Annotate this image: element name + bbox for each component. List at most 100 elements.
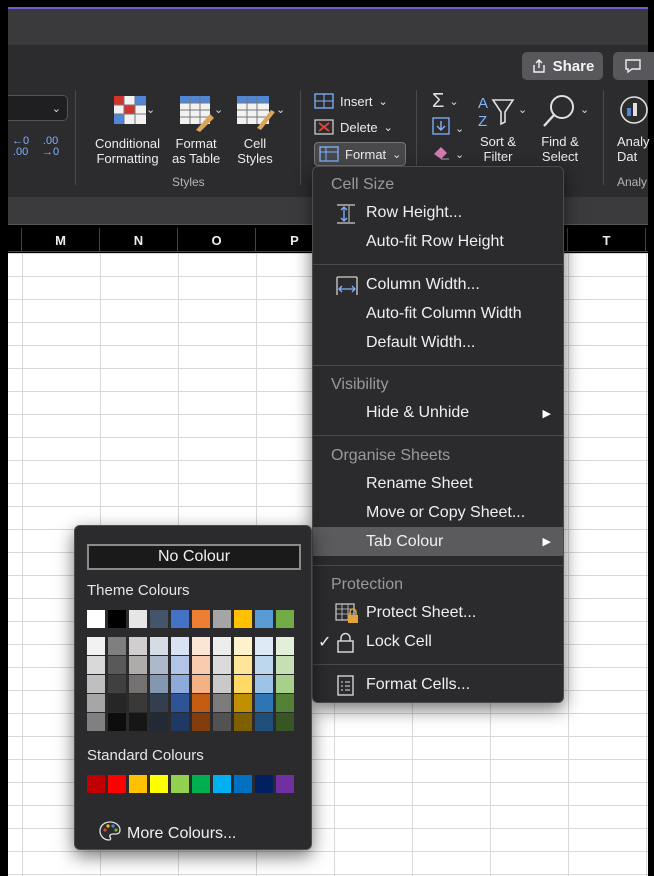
share-button[interactable]: Share (522, 52, 603, 80)
theme-tint-swatch[interactable] (192, 637, 210, 655)
theme-tint-swatch[interactable] (192, 675, 210, 693)
theme-tint-swatch[interactable] (87, 656, 105, 674)
theme-tint-swatch[interactable] (234, 694, 252, 712)
theme-colour-swatch[interactable] (129, 610, 147, 628)
theme-tint-swatch[interactable] (108, 713, 126, 731)
theme-tint-swatch[interactable] (171, 675, 189, 693)
theme-tint-swatch[interactable] (108, 694, 126, 712)
theme-tint-swatch[interactable] (276, 694, 294, 712)
theme-tint-swatch[interactable] (234, 656, 252, 674)
theme-tint-swatch[interactable] (276, 656, 294, 674)
insert-button[interactable]: Insert ⌄ (314, 90, 388, 112)
menu-item-row-height[interactable]: Row Height... (313, 200, 563, 226)
increase-decimal-button[interactable]: .00 →0 (42, 136, 59, 158)
theme-colour-swatch[interactable] (234, 610, 252, 628)
standard-colour-swatch[interactable] (192, 775, 210, 793)
standard-colour-swatch[interactable] (108, 775, 126, 793)
theme-tint-swatch[interactable] (255, 675, 273, 693)
standard-colour-swatch[interactable] (87, 775, 105, 793)
menu-item-column-width[interactable]: Column Width... (313, 272, 563, 298)
fill-button[interactable]: ⌄ (432, 117, 464, 139)
theme-tint-swatch[interactable] (171, 656, 189, 674)
theme-tint-swatch[interactable] (129, 637, 147, 655)
theme-tint-swatch[interactable] (129, 656, 147, 674)
theme-tint-swatch[interactable] (213, 675, 231, 693)
column-header-n[interactable]: N (100, 228, 178, 252)
theme-tint-swatch[interactable] (255, 656, 273, 674)
theme-colour-swatch[interactable] (108, 610, 126, 628)
theme-tint-swatch[interactable] (276, 637, 294, 655)
theme-tint-swatch[interactable] (87, 713, 105, 731)
theme-tint-swatch[interactable] (150, 675, 168, 693)
theme-tint-swatch[interactable] (234, 713, 252, 731)
theme-tint-swatch[interactable] (192, 656, 210, 674)
menu-item-lock-cell[interactable]: ✓ Lock Cell (313, 629, 563, 655)
theme-tint-swatch[interactable] (255, 637, 273, 655)
theme-colour-swatch[interactable] (150, 610, 168, 628)
comments-button[interactable] (613, 52, 654, 80)
menu-item-autofit-column-width[interactable]: Auto-fit Column Width (313, 301, 563, 327)
theme-tint-swatch[interactable] (276, 675, 294, 693)
no-colour-button[interactable]: No Colour (87, 544, 301, 570)
menu-item-format-cells[interactable]: Format Cells... (313, 672, 563, 698)
menu-item-hide-unhide[interactable]: Hide & Unhide ▶ (313, 400, 563, 426)
theme-tint-swatch[interactable] (213, 656, 231, 674)
theme-tint-swatch[interactable] (234, 637, 252, 655)
theme-tint-swatch[interactable] (276, 713, 294, 731)
theme-tint-swatch[interactable] (171, 713, 189, 731)
column-header-o[interactable]: O (178, 228, 256, 252)
theme-colour-swatch[interactable] (192, 610, 210, 628)
format-as-table-button[interactable]: Format as Table (172, 94, 220, 166)
menu-item-autofit-row-height[interactable]: Auto-fit Row Height (313, 229, 563, 255)
menu-item-tab-colour[interactable]: Tab Colour ▶ (313, 527, 563, 556)
standard-colour-swatch[interactable] (255, 775, 273, 793)
theme-tint-swatch[interactable] (255, 713, 273, 731)
cell-styles-button[interactable]: Cell Styles (235, 94, 275, 166)
theme-tint-swatch[interactable] (108, 656, 126, 674)
theme-tint-swatch[interactable] (150, 694, 168, 712)
theme-tint-swatch[interactable] (171, 694, 189, 712)
clear-button[interactable]: ⌄ (432, 144, 464, 164)
theme-tint-swatch[interactable] (192, 713, 210, 731)
more-colours-button[interactable]: More Colours... (99, 821, 236, 846)
theme-tint-swatch[interactable] (234, 675, 252, 693)
theme-tint-swatch[interactable] (129, 713, 147, 731)
decrease-decimal-button[interactable]: ←0 .00 (12, 136, 29, 158)
font-size-dropdown[interactable]: ⌄ (8, 95, 68, 121)
sort-filter-button[interactable]: AZ Sort & Filter (478, 92, 518, 164)
theme-colour-swatch[interactable] (213, 610, 231, 628)
theme-tint-swatch[interactable] (87, 637, 105, 655)
theme-tint-swatch[interactable] (213, 637, 231, 655)
theme-tint-swatch[interactable] (150, 656, 168, 674)
autosum-button[interactable]: Σ ⌄ (432, 90, 459, 113)
theme-tint-swatch[interactable] (171, 637, 189, 655)
theme-colour-swatch[interactable] (87, 610, 105, 628)
standard-colour-swatch[interactable] (129, 775, 147, 793)
standard-colour-swatch[interactable] (171, 775, 189, 793)
theme-colour-swatch[interactable] (276, 610, 294, 628)
delete-button[interactable]: Delete ⌄ (314, 116, 393, 138)
standard-colour-swatch[interactable] (234, 775, 252, 793)
standard-colour-swatch[interactable] (276, 775, 294, 793)
menu-item-default-width[interactable]: Default Width... (313, 330, 563, 356)
theme-colour-swatch[interactable] (255, 610, 273, 628)
column-header-t[interactable]: T (568, 228, 646, 252)
theme-tint-swatch[interactable] (129, 675, 147, 693)
theme-tint-swatch[interactable] (108, 675, 126, 693)
theme-tint-swatch[interactable] (255, 694, 273, 712)
column-header-m[interactable]: M (22, 228, 100, 252)
theme-tint-swatch[interactable] (150, 637, 168, 655)
menu-item-move-copy-sheet[interactable]: Move or Copy Sheet... (313, 500, 563, 526)
standard-colour-swatch[interactable] (150, 775, 168, 793)
theme-tint-swatch[interactable] (213, 694, 231, 712)
standard-colour-swatch[interactable] (213, 775, 231, 793)
theme-tint-swatch[interactable] (129, 694, 147, 712)
theme-tint-swatch[interactable] (213, 713, 231, 731)
analyze-data-button[interactable]: Analy Dat (614, 92, 654, 164)
theme-tint-swatch[interactable] (108, 637, 126, 655)
theme-tint-swatch[interactable] (87, 675, 105, 693)
format-button[interactable]: Format ⌄ (314, 142, 407, 166)
find-select-button[interactable]: Find & Select (540, 92, 580, 164)
menu-item-protect-sheet[interactable]: Protect Sheet... (313, 600, 563, 626)
theme-tint-swatch[interactable] (87, 694, 105, 712)
